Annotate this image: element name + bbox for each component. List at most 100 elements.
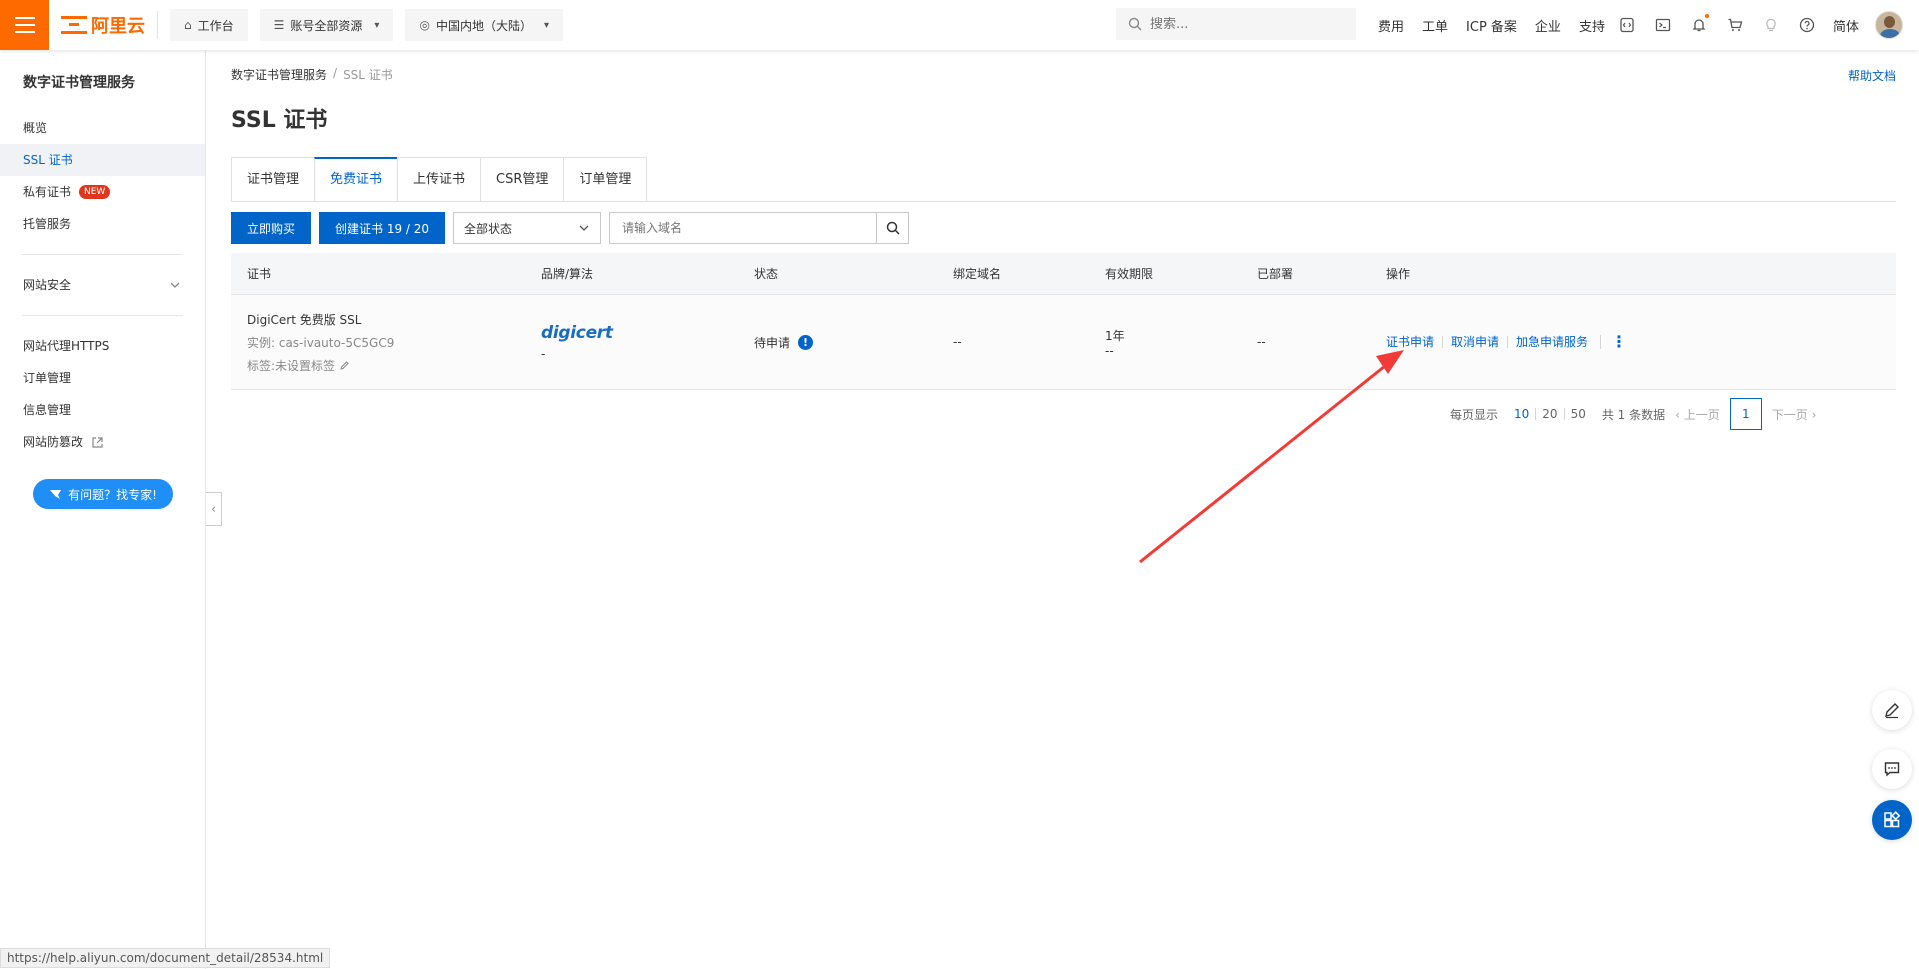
page-size-20[interactable]: 20 [1535, 408, 1563, 420]
sidebar-item-label: 网站防篡改 [23, 435, 84, 449]
tab-csr-management[interactable]: CSR管理 [480, 157, 564, 202]
tab-upload-cert[interactable]: 上传证书 [397, 157, 481, 202]
lightbulb-icon[interactable] [1761, 15, 1781, 35]
code-icon[interactable] [1617, 15, 1637, 35]
sidebar-item-overview[interactable]: 概览 [0, 112, 205, 144]
aliyun-logo[interactable]: 阿里云 [61, 12, 145, 38]
ask-expert-label: 有问题？找专家! [68, 487, 157, 502]
breadcrumb-current: SSL 证书 [343, 68, 393, 82]
account-resources-dropdown[interactable]: ☰ 账号全部资源 ▾ [259, 9, 394, 41]
cert-name: DigiCert 免费版 SSL [247, 312, 362, 327]
divider [157, 11, 158, 39]
language-switch[interactable]: 简体 [1833, 16, 1859, 35]
region-label: 中国内地（大陆） [435, 18, 532, 33]
sidebar-item-ssl-cert[interactable]: SSL 证书 [0, 144, 205, 176]
edit-icon[interactable] [339, 360, 350, 371]
sidebar-item-tamper-protection[interactable]: 网站防篡改 [0, 426, 205, 458]
sidebar-collapse-handle[interactable]: ‹ [206, 492, 222, 526]
sidebar-item-info[interactable]: 信息管理 [0, 394, 205, 426]
top-link-billing[interactable]: 费用 [1378, 16, 1404, 35]
global-search[interactable] [1116, 8, 1356, 40]
prev-page-button[interactable]: ‹ 上一页 [1675, 406, 1720, 423]
top-link-support[interactable]: 支持 [1579, 16, 1605, 35]
chevron-down-icon: ▾ [374, 19, 380, 31]
status-filter-value: 全部状态 [464, 221, 513, 236]
cell-domain: -- [953, 335, 962, 349]
top-navbar: 阿里云 ⌂ 工作台 ☰ 账号全部资源 ▾ ◎ 中国内地（大陆） ▾ 费用 工单 … [0, 0, 1919, 50]
help-icon[interactable] [1797, 15, 1817, 35]
sidebar-item-hosting[interactable]: 托管服务 [0, 208, 205, 240]
notification-dot [1705, 14, 1709, 18]
domain-search-input[interactable] [609, 212, 878, 244]
breadcrumb-root[interactable]: 数字证书管理服务 [231, 66, 327, 83]
sidebar-group-website-security[interactable]: 网站安全 [0, 269, 205, 301]
tab-cert-management[interactable]: 证书管理 [231, 157, 315, 202]
per-page-label: 每页显示 [1450, 407, 1499, 422]
top-link-enterprise[interactable]: 企业 [1535, 16, 1561, 35]
apps-button[interactable] [1872, 800, 1912, 840]
next-page-label: 下一页 [1771, 407, 1808, 422]
create-cert-button[interactable]: 创建证书 19 / 20 [319, 212, 446, 244]
col-header-cert: 证书 [247, 267, 272, 281]
region-dropdown[interactable]: ◎ 中国内地（大陆） ▾ [405, 9, 563, 41]
tab-order-management[interactable]: 订单管理 [563, 157, 648, 202]
account-resources-label: 账号全部资源 [290, 18, 363, 33]
page-size-50[interactable]: 50 [1563, 408, 1592, 420]
buy-now-button[interactable]: 立即购买 [231, 212, 312, 244]
help-docs-link[interactable]: 帮助文档 [1848, 67, 1896, 84]
urgent-apply-service-link[interactable]: 加急申请服务 [1507, 336, 1596, 348]
col-header-actions: 操作 [1386, 267, 1411, 281]
new-badge: NEW [79, 185, 111, 199]
expert-icon [50, 489, 62, 499]
search-input[interactable] [1150, 16, 1330, 32]
pencil-icon [1885, 703, 1899, 719]
page-size-10[interactable]: 10 [1508, 408, 1535, 420]
col-header-deployed: 已部署 [1257, 267, 1294, 281]
browser-status-url: https://help.aliyun.com/document_detail/… [0, 948, 331, 968]
terminal-icon[interactable] [1653, 15, 1673, 35]
user-avatar[interactable] [1875, 11, 1904, 39]
sidebar: 数字证书管理服务 概览 SSL 证书 私有证书 NEW 托管服务 网站安全 网站… [0, 50, 206, 969]
top-link-ticket[interactable]: 工单 [1422, 16, 1448, 35]
tab-free-cert[interactable]: 免费证书 [314, 157, 398, 202]
info-exclamation-icon[interactable]: ! [798, 334, 814, 350]
sidebar-group-label: 网站安全 [23, 278, 72, 292]
col-header-validity: 有效期限 [1105, 267, 1154, 281]
sidebar-divider [22, 254, 183, 255]
external-link-icon [92, 436, 103, 448]
workbench-button[interactable]: ⌂ 工作台 [170, 9, 248, 41]
sidebar-divider [22, 315, 183, 316]
hamburger-menu-button[interactable] [0, 0, 49, 50]
top-links: 费用 工单 ICP 备案 企业 支持 [1378, 0, 1605, 50]
sidebar-item-label: 信息管理 [23, 403, 72, 417]
top-link-icp[interactable]: ICP 备案 [1466, 16, 1517, 35]
logo-text: 阿里云 [91, 16, 145, 37]
page-number-button[interactable]: 1 [1729, 398, 1762, 430]
status-filter-select[interactable]: 全部状态 [453, 212, 602, 244]
cancel-apply-link[interactable]: 取消申请 [1442, 336, 1507, 348]
top-icons: 简体 [1617, 0, 1904, 50]
cell-status: 待申请 ! [754, 334, 953, 351]
ask-expert-button[interactable]: 有问题？找专家! [33, 479, 173, 509]
sidebar-item-orders[interactable]: 订单管理 [0, 362, 205, 394]
more-actions-icon[interactable]: ⋮ [1600, 334, 1627, 350]
cert-table: 证书 品牌/算法 状态 绑定域名 有效期限 已部署 操作 DigiCert 免费… [231, 253, 1896, 390]
search-icon [1128, 17, 1142, 31]
sidebar-item-label: 订单管理 [23, 371, 72, 385]
cert-instance: 实例: cas-ivauto-5C5GC9 [247, 335, 395, 350]
feedback-edit-button[interactable] [1872, 690, 1912, 730]
domain-search-button[interactable] [877, 212, 910, 244]
status-text: 待申请 [754, 335, 791, 350]
bell-icon[interactable] [1689, 14, 1709, 35]
chat-button[interactable] [1872, 749, 1912, 789]
chevron-left-icon: ‹ [211, 502, 216, 516]
sidebar-item-private-cert[interactable]: 私有证书 NEW [0, 176, 205, 208]
next-page-button[interactable]: 下一页 › [1772, 406, 1817, 423]
home-icon: ⌂ [184, 18, 192, 32]
table-header: 证书 品牌/算法 状态 绑定域名 有效期限 已部署 操作 [231, 253, 1896, 295]
sidebar-item-proxy-https[interactable]: 网站代理HTTPS [0, 330, 205, 362]
cert-tag-label: 标签:未设置标签 [247, 358, 336, 373]
search-icon [886, 221, 900, 235]
sidebar-item-label: 托管服务 [23, 217, 72, 231]
cart-icon[interactable] [1725, 15, 1745, 35]
